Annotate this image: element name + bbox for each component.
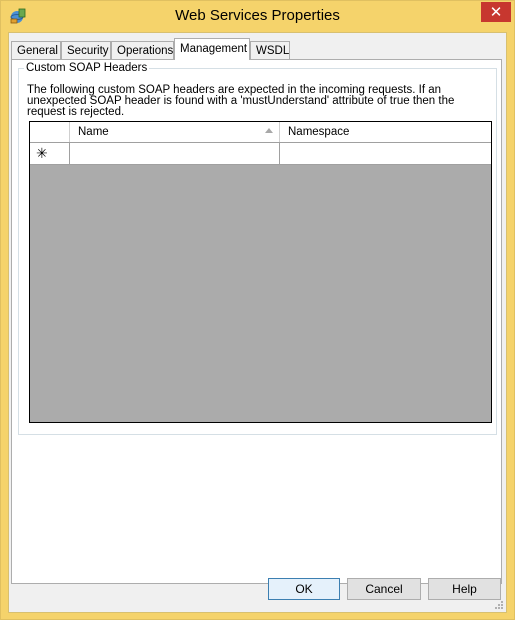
- soap-headers-grid[interactable]: Name Namespace ✳: [29, 121, 492, 423]
- ok-button[interactable]: OK: [268, 578, 340, 600]
- grid-new-row[interactable]: ✳: [30, 143, 491, 165]
- window-title: Web Services Properties: [175, 7, 340, 24]
- resize-grip-icon[interactable]: [494, 600, 504, 610]
- help-button[interactable]: Help: [428, 578, 501, 600]
- close-button[interactable]: ✕: [481, 2, 511, 22]
- new-row-icon: ✳: [36, 146, 48, 162]
- column-header-name[interactable]: Name: [70, 122, 280, 142]
- close-icon: ✕: [489, 3, 503, 21]
- column-header-namespace[interactable]: Namespace: [280, 122, 491, 142]
- tab-general[interactable]: General: [11, 41, 61, 59]
- column-header-name-label: Name: [78, 126, 109, 138]
- custom-soap-headers-group: Custom SOAP Headers The following custom…: [18, 62, 497, 435]
- title-bar[interactable]: Web Services Properties ✕: [1, 1, 514, 33]
- tab-security[interactable]: Security: [61, 41, 111, 59]
- group-label: Custom SOAP Headers: [24, 62, 150, 74]
- group-description: The following custom SOAP headers are ex…: [27, 84, 455, 118]
- tab-operations[interactable]: Operations: [111, 41, 174, 59]
- sort-ascending-icon: [265, 128, 273, 133]
- dialog-window: Web Services Properties ✕ General Securi…: [0, 0, 515, 620]
- dialog-client-area: General Security Operations Management W…: [8, 32, 507, 613]
- new-row-header[interactable]: ✳: [30, 143, 70, 164]
- cancel-button[interactable]: Cancel: [347, 578, 421, 600]
- cell-name[interactable]: [70, 143, 280, 164]
- grid-header: Name Namespace: [30, 122, 491, 143]
- cell-namespace[interactable]: [280, 143, 491, 164]
- row-header-corner: [30, 122, 70, 142]
- management-tab-panel: Custom SOAP Headers The following custom…: [11, 59, 502, 584]
- tab-management[interactable]: Management: [174, 38, 250, 60]
- tab-wsdl[interactable]: WSDL: [250, 41, 290, 59]
